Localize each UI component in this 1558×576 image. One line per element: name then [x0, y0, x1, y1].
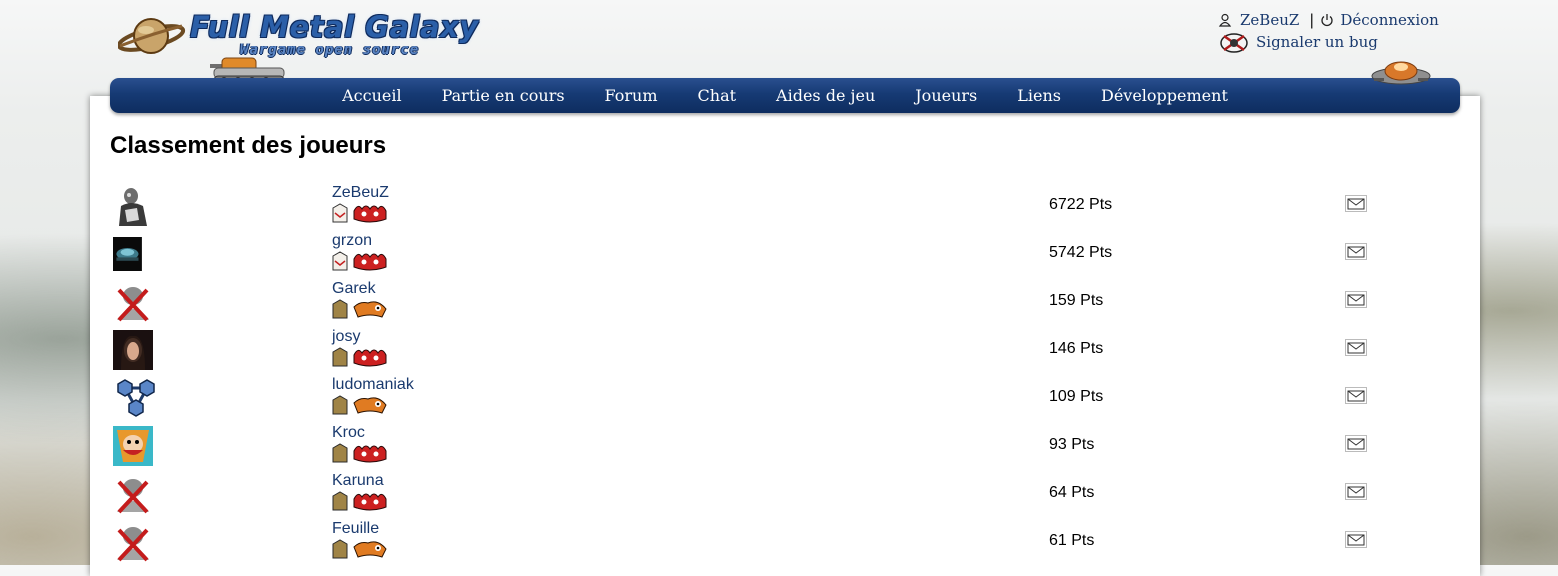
envelope-icon[interactable] [1345, 387, 1367, 404]
nav-developpement[interactable]: Développement [1101, 86, 1228, 105]
molecule-avatar [117, 379, 155, 417]
bronze-rank-badge-icon [332, 539, 348, 559]
player-name-link[interactable]: Karuna [332, 472, 384, 490]
player-name-link[interactable]: ludomaniak [332, 376, 414, 394]
orange-faction-badge-icon [353, 301, 387, 318]
page-title: Classement des joueurs [110, 132, 387, 159]
table-row: Garek 159 Pts [110, 278, 1410, 326]
envelope-icon[interactable] [1345, 531, 1367, 548]
cartoon-avatar [113, 426, 153, 466]
bronze-rank-badge-icon [332, 443, 348, 463]
nav-accueil[interactable]: Accueil [342, 86, 401, 105]
red-faction-badge-icon [353, 349, 387, 367]
table-row: josy 146 Pts [110, 326, 1410, 374]
player-points: 64 Pts [1049, 484, 1095, 501]
player-points: 109 Pts [1049, 388, 1104, 405]
nav-partie-en-cours[interactable]: Partie en cours [442, 86, 565, 105]
bronze-rank-badge-icon [332, 491, 348, 511]
logo-title: Full Metal Galaxy [190, 10, 479, 44]
envelope-icon[interactable] [1345, 483, 1367, 500]
no-avatar-icon [117, 287, 149, 322]
logout-link[interactable]: Déconnexion [1340, 11, 1438, 29]
user-icon [1218, 13, 1232, 27]
envelope-icon[interactable] [1345, 195, 1367, 212]
player-points: 159 Pts [1049, 292, 1104, 309]
orange-faction-badge-icon [353, 397, 387, 414]
report-bug-link[interactable]: Signaler un bug [1256, 33, 1378, 51]
table-row: Feuille 61 Pts [110, 518, 1410, 566]
planet-logo-icon [118, 18, 186, 54]
nav-chat[interactable]: Chat [698, 86, 737, 105]
site-logo[interactable]: Full Metal Galaxy Wargame open source [118, 8, 490, 85]
player-name-link[interactable]: josy [332, 328, 360, 346]
nav-joueurs[interactable]: Joueurs [915, 86, 977, 105]
no-avatar-icon [117, 479, 149, 514]
bronze-rank-badge-icon [332, 395, 348, 415]
player-points: 5742 Pts [1049, 244, 1113, 261]
portrait-avatar [113, 330, 153, 370]
no-avatar-icon [117, 527, 149, 562]
table-row: grzon 5742 Pts [110, 230, 1410, 278]
spaceship-icon [1371, 61, 1431, 85]
orange-faction-badge-icon [353, 541, 387, 558]
player-ranking-table: ZeBeuZ 6722 Pts grzon 5742 Pts Garek 159… [110, 182, 1410, 566]
white-rank-badge-icon [332, 251, 348, 271]
envelope-icon[interactable] [1345, 291, 1367, 308]
table-row: ludomaniak 109 Pts [110, 374, 1410, 422]
envelope-icon[interactable] [1345, 339, 1367, 356]
white-rank-badge-icon [332, 203, 348, 223]
red-faction-badge-icon [353, 445, 387, 463]
nav-liens[interactable]: Liens [1017, 86, 1061, 105]
red-faction-badge-icon [353, 493, 387, 511]
player-points: 61 Pts [1049, 532, 1095, 549]
player-points: 6722 Pts [1049, 196, 1113, 213]
link-separator: | [1309, 11, 1315, 29]
tank-photo-avatar [113, 237, 142, 271]
robot-avatar [113, 186, 153, 226]
table-row: Kroc 93 Pts [110, 422, 1410, 470]
player-points: 93 Pts [1049, 436, 1095, 453]
player-name-link[interactable]: ZeBeuZ [332, 184, 389, 202]
bronze-rank-badge-icon [332, 299, 348, 319]
table-row: Karuna 64 Pts [110, 470, 1410, 518]
main-nav: Accueil Partie en cours Forum Chat Aides… [110, 78, 1460, 113]
envelope-icon[interactable] [1345, 243, 1367, 260]
bug-report-icon [1220, 33, 1248, 53]
username-link[interactable]: ZeBeuZ [1240, 11, 1299, 29]
player-name-link[interactable]: Garek [332, 280, 376, 298]
red-faction-badge-icon [353, 253, 387, 271]
nav-forum[interactable]: Forum [605, 86, 658, 105]
power-icon [1321, 14, 1333, 27]
user-links: ZeBeuZ | Déconnexion Signaler un bug [1218, 9, 1439, 53]
table-row: ZeBeuZ 6722 Pts [110, 182, 1410, 230]
nav-aides-de-jeu[interactable]: Aides de jeu [776, 86, 875, 105]
player-name-link[interactable]: Feuille [332, 520, 379, 538]
player-points: 146 Pts [1049, 340, 1104, 357]
envelope-icon[interactable] [1345, 435, 1367, 452]
player-name-link[interactable]: grzon [332, 232, 372, 250]
bronze-rank-badge-icon [332, 347, 348, 367]
red-faction-badge-icon [353, 205, 387, 223]
player-name-link[interactable]: Kroc [332, 424, 365, 442]
